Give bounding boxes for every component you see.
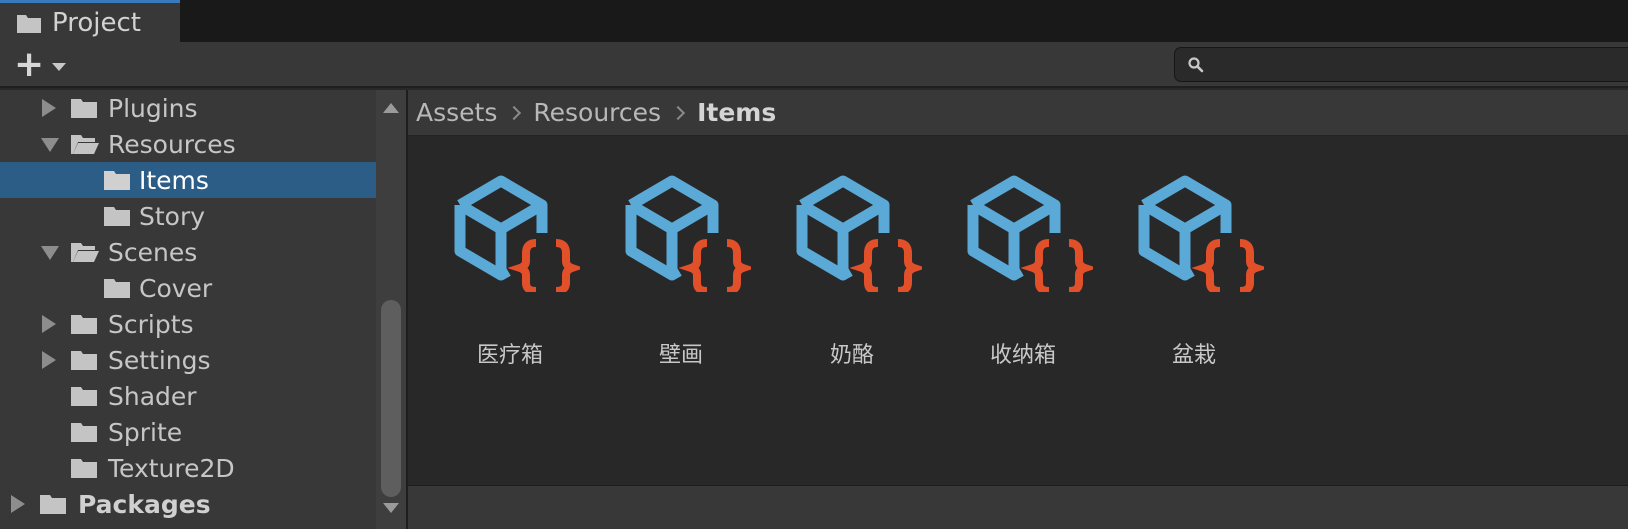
asset-tile[interactable]: 医疗箱 — [435, 167, 585, 368]
tree-item-packages[interactable]: Packages — [0, 486, 376, 522]
breadcrumb-assets[interactable]: Assets — [416, 98, 497, 127]
folder-icon — [71, 459, 97, 478]
breadcrumb: Assets Resources Items — [408, 90, 1628, 136]
scriptable-object-icon — [454, 175, 580, 292]
folder-open-icon — [71, 135, 99, 154]
expand-arrow-icon[interactable] — [42, 351, 56, 369]
folder-icon — [71, 387, 97, 406]
expand-arrow-icon[interactable] — [11, 495, 25, 513]
tab-label: Project — [52, 7, 141, 38]
asset-tile[interactable]: 盆栽 — [1119, 167, 1269, 368]
tree-item-label: Story — [139, 201, 206, 231]
tree-item-label: Texture2D — [108, 453, 235, 483]
tab-project[interactable]: Project — [0, 0, 180, 42]
asset-label: 盆栽 — [1171, 343, 1216, 368]
tree-item-label: Sprite — [108, 417, 183, 447]
asset-label: 医疗箱 — [476, 343, 543, 368]
tree-item-story[interactable]: Story — [0, 198, 376, 234]
tree-item-cover[interactable]: Cover — [0, 270, 376, 306]
tree-item-label: Plugins — [108, 93, 198, 123]
tree-item-scenes[interactable]: Scenes — [0, 234, 376, 270]
folder-icon — [71, 351, 97, 370]
folder-icon — [71, 423, 97, 442]
breadcrumb-chevron-icon — [670, 105, 686, 120]
tree-item-label: Resources — [108, 129, 236, 159]
add-asset-button[interactable]: + — [14, 44, 74, 85]
asset-grid: 医疗箱 壁画 奶酪 收纳箱 盆栽 — [408, 137, 1628, 485]
tree-item-label: Packages — [78, 489, 211, 519]
footer-bar — [408, 485, 1628, 529]
tree-item-resources[interactable]: Resources — [0, 126, 376, 162]
breadcrumb-items[interactable]: Items — [697, 98, 776, 127]
tree-item-label: Scripts — [108, 309, 194, 339]
folder-icon — [71, 315, 97, 334]
dropdown-caret-icon — [52, 63, 67, 71]
asset-label: 壁画 — [658, 343, 703, 368]
folder-icon — [104, 207, 130, 226]
search-input[interactable] — [1211, 50, 1611, 79]
breadcrumb-resources[interactable]: Resources — [533, 98, 661, 127]
folder-icon — [71, 99, 97, 118]
scroll-down-arrow-icon[interactable] — [383, 503, 399, 513]
toolbar: + — [0, 42, 1628, 88]
asset-tile[interactable]: 收纳箱 — [948, 167, 1098, 368]
tree-scrollbar[interactable] — [376, 90, 406, 529]
folder-icon — [40, 495, 66, 514]
scriptable-object-icon — [1138, 175, 1264, 292]
scriptable-object-icon — [967, 175, 1093, 292]
folder-icon — [104, 171, 130, 190]
tree-item-label: Settings — [108, 345, 211, 375]
collapse-arrow-icon[interactable] — [41, 246, 59, 260]
collapse-arrow-icon[interactable] — [41, 138, 59, 152]
tree-item-scripts[interactable]: Scripts — [0, 306, 376, 342]
tree-item-items[interactable]: Items — [0, 162, 376, 198]
tree-item-texture2d[interactable]: Texture2D — [0, 450, 376, 486]
tree-item-sprite[interactable]: Sprite — [0, 414, 376, 450]
search-icon — [1188, 57, 1204, 73]
scroll-up-arrow-icon[interactable] — [383, 103, 399, 113]
tab-bar: Project — [0, 0, 1628, 42]
asset-label: 奶酪 — [829, 343, 874, 368]
tree-item-label: Items — [139, 165, 209, 195]
scrollbar-thumb[interactable] — [381, 300, 401, 497]
expand-arrow-icon[interactable] — [42, 99, 56, 117]
breadcrumb-chevron-icon — [507, 105, 522, 120]
tree-item-plugins[interactable]: Plugins — [0, 90, 376, 126]
tree-item-label: Shader — [108, 381, 197, 411]
asset-tile[interactable]: 壁画 — [606, 167, 756, 368]
folder-tree: Plugins Resources Items Story Scenes Cov… — [0, 90, 376, 529]
folder-open-icon — [71, 243, 99, 262]
scriptable-object-icon — [796, 175, 922, 292]
tree-item-label: Scenes — [108, 237, 198, 267]
tree-item-shader[interactable]: Shader — [0, 378, 376, 414]
scriptable-object-icon — [625, 175, 751, 292]
folder-icon — [17, 14, 41, 33]
asset-label: 收纳箱 — [989, 343, 1056, 368]
tree-item-settings[interactable]: Settings — [0, 342, 376, 378]
plus-icon: + — [14, 44, 45, 85]
asset-tile[interactable]: 奶酪 — [777, 167, 927, 368]
folder-icon — [104, 279, 130, 298]
search-box[interactable] — [1174, 47, 1628, 82]
tree-item-label: Cover — [139, 273, 213, 303]
expand-arrow-icon[interactable] — [42, 315, 56, 333]
